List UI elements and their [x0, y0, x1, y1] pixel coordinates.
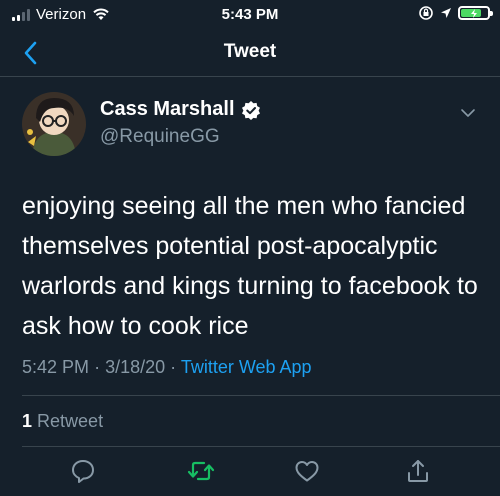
tweet-date: 3/18/20: [105, 357, 166, 377]
status-icons: [418, 5, 493, 21]
retweet-button[interactable]: [187, 457, 215, 485]
reply-icon: [72, 460, 94, 483]
reply-button[interactable]: [69, 457, 97, 485]
chevron-down-icon[interactable]: [460, 108, 476, 118]
page-title: Tweet: [223, 41, 277, 62]
author-handle[interactable]: @RequineGG: [100, 126, 220, 148]
avatar[interactable]: [22, 92, 86, 156]
location-arrow-icon: [441, 8, 451, 18]
battery-icon: [458, 6, 493, 20]
rotation-lock-icon: [419, 6, 433, 20]
share-icon: [408, 460, 428, 482]
author-name-row[interactable]: Cass Marshall: [100, 98, 261, 121]
share-button[interactable]: [404, 457, 432, 485]
retweet-label: Retweet: [37, 411, 104, 431]
status-bar: Verizon 5:43 PM: [0, 0, 500, 30]
retweet-icon: [187, 461, 215, 481]
meta-separator: ·: [94, 357, 101, 377]
navigation-bar: Tweet: [0, 30, 500, 77]
like-button[interactable]: [293, 457, 321, 485]
tweet-source-link[interactable]: Twitter Web App: [181, 357, 312, 377]
tweet-time: 5:42 PM: [22, 357, 90, 377]
divider: [22, 446, 500, 447]
tweet-text: enjoying seeing all the men who fancied …: [22, 192, 478, 340]
heart-icon: [295, 461, 319, 482]
retweet-count: 1: [22, 411, 33, 431]
meta-separator: ·: [170, 357, 177, 377]
divider: [22, 395, 500, 396]
verified-badge-icon: [241, 100, 260, 120]
tweet-meta: 5:42 PM · 3/18/20 · Twitter Web App: [22, 357, 312, 378]
author-name: Cass Marshall: [100, 98, 235, 120]
retweet-stats[interactable]: 1 Retweet: [22, 411, 103, 432]
